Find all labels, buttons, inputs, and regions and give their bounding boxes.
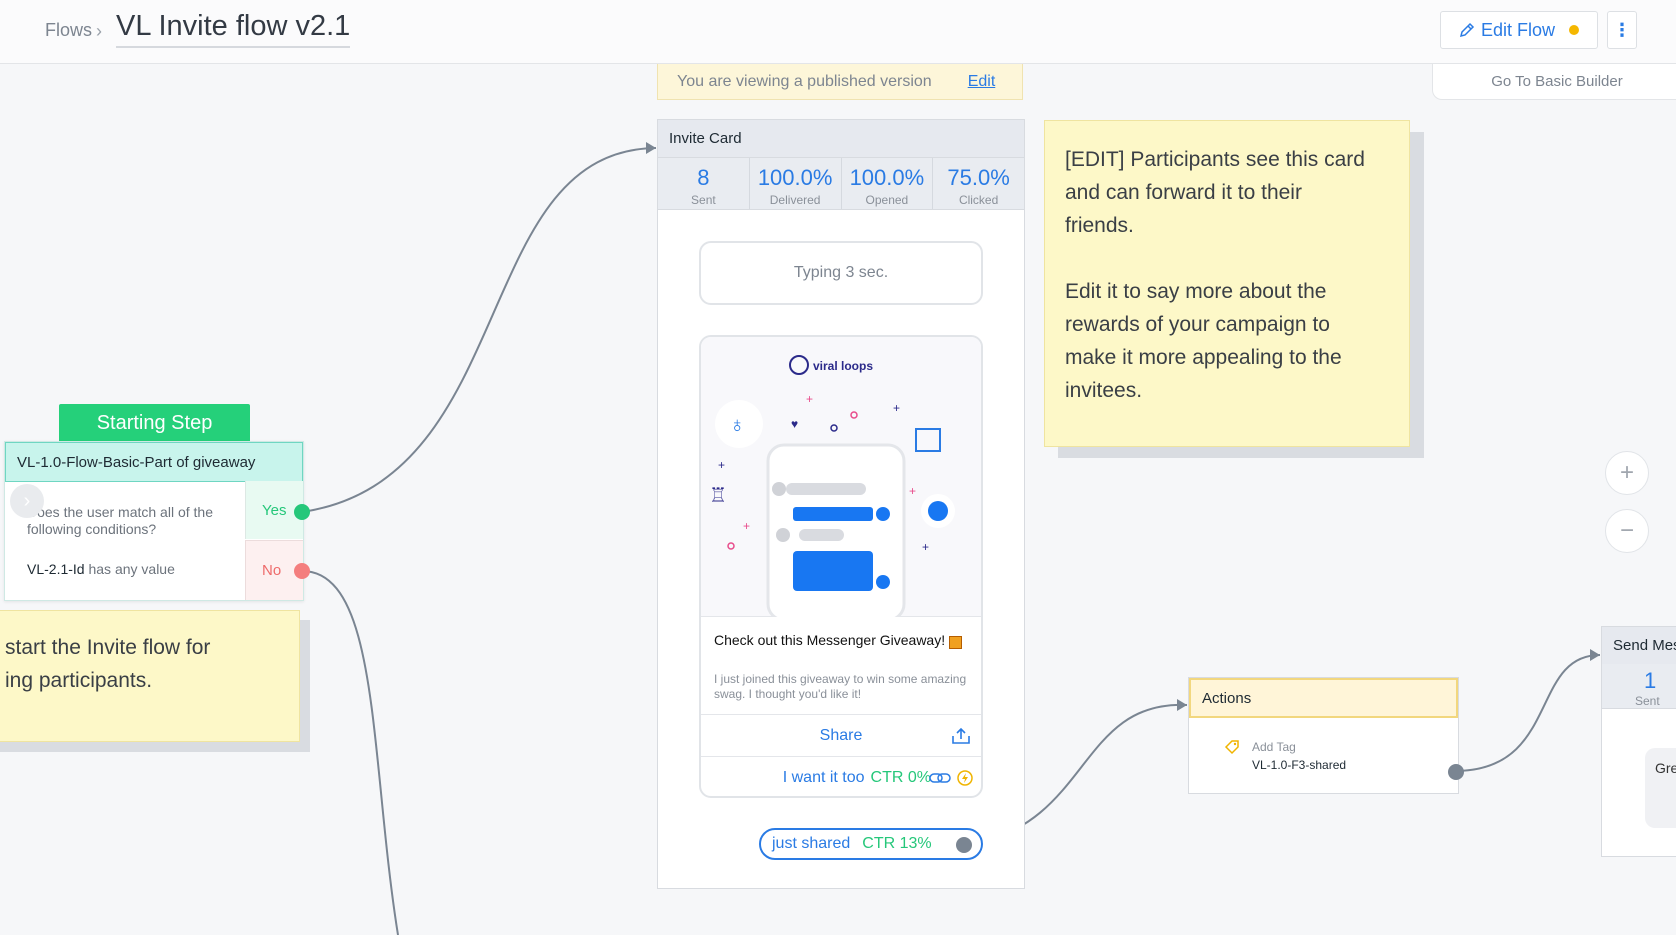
- svg-text:+: +: [718, 458, 725, 472]
- shared-port[interactable]: [956, 837, 972, 853]
- note-right-line: make it more appealing to the: [1065, 346, 1342, 369]
- published-banner: You are viewing a published version Edit: [657, 64, 1023, 100]
- zoom-out-button[interactable]: −: [1605, 509, 1649, 553]
- note-left[interactable]: start the Invite flow for ing participan…: [0, 610, 300, 742]
- note-right-line: invitees.: [1065, 379, 1143, 402]
- message-card[interactable]: viral loops ♁ ♥ + + + + + + ♖ Check out …: [699, 335, 983, 798]
- note-right-line: rewards of your campaign to: [1065, 313, 1330, 336]
- just-shared-button[interactable]: just shared CTR 13%: [759, 828, 983, 860]
- note-right-line: Edit it to say more about the: [1065, 280, 1327, 303]
- tag-value: VL-1.0-F3-shared: [1252, 758, 1347, 772]
- pen-icon: [1459, 22, 1475, 38]
- illustration-svg: viral loops ♁ ♥ + + + + + + ♖: [709, 355, 955, 622]
- invite-card-stats: 8 Sent 100.0% Delivered 100.0% Opened 75.0%…: [658, 158, 1024, 210]
- stat-value: 8: [697, 165, 710, 190]
- giveaway-illustration: viral loops ♁ ♥ + + + + + + ♖: [701, 337, 981, 622]
- message-description: I just joined this giveaway to win some …: [714, 672, 967, 701]
- status-dot: [1569, 25, 1580, 35]
- stat-clicked: 75.0% Clicked: [933, 158, 1024, 209]
- rule-field: VL-2.1-Id: [27, 561, 85, 577]
- message-title-text: Check out this Messenger Giveaway!: [714, 632, 946, 648]
- share-label: Share: [819, 726, 863, 744]
- note-left-line: start the Invite flow for: [5, 636, 211, 659]
- stat-value: 100.0%: [849, 165, 925, 190]
- tag-icon: [1224, 740, 1239, 755]
- bolt-icon: [957, 770, 973, 786]
- typing-indicator[interactable]: Typing 3 sec.: [699, 241, 983, 305]
- stat-label: Clicked: [958, 193, 999, 207]
- send-message-stats: 1 Sent: [1602, 664, 1676, 709]
- svg-text:+: +: [806, 392, 813, 406]
- stat-delivered: 100.0% Delivered: [750, 158, 842, 209]
- edit-flow-button[interactable]: Edit Flow: [1440, 11, 1598, 49]
- stat-label: Sent: [1635, 694, 1660, 708]
- rule-operator: has any value: [88, 561, 175, 577]
- link-icon: [929, 773, 951, 783]
- note-spacer: [1065, 242, 1389, 275]
- go-basic-builder-button[interactable]: Go To Basic Builder: [1432, 64, 1676, 100]
- no-port[interactable]: [294, 563, 310, 579]
- edit-flow-label: Edit Flow: [1480, 19, 1556, 40]
- want-it-button[interactable]: I want it too CTR 0%: [701, 756, 981, 796]
- shared-ctr: CTR 13%: [862, 835, 932, 852]
- banner-text: You are viewing a published version: [677, 72, 932, 90]
- note-right-line: [EDIT] Participants see this card: [1065, 148, 1365, 171]
- share-upload-icon: [952, 727, 970, 744]
- message-bubble[interactable]: Gre: [1645, 748, 1676, 828]
- brand-logo-text: viral loops: [813, 359, 873, 373]
- stat-opened: 100.0% Opened: [842, 158, 934, 209]
- arrow-actions: [1177, 699, 1187, 711]
- share-button[interactable]: Share: [701, 714, 981, 756]
- stat-value: 1: [1644, 668, 1657, 693]
- zoom-in-button[interactable]: +: [1605, 451, 1649, 495]
- page-title[interactable]: VL Invite flow v2.1: [116, 10, 351, 48]
- svg-text:♖: ♖: [709, 485, 727, 507]
- yes-port[interactable]: [294, 504, 310, 520]
- invite-card-title: Invite Card: [658, 120, 1024, 158]
- svg-text:+: +: [922, 540, 929, 554]
- actions-title: Actions: [1189, 678, 1458, 718]
- shared-label: just shared: [772, 835, 851, 852]
- want-label: I want it too: [782, 768, 865, 786]
- stat-sent: 8 Sent: [658, 158, 750, 209]
- chevron-right-icon: ›: [96, 21, 102, 41]
- want-ctr: CTR 0%: [870, 768, 931, 786]
- starting-step-label: Starting Step: [59, 404, 250, 443]
- stat-value: 100.0%: [757, 165, 833, 190]
- more-vertical-icon[interactable]: ⋮: [1607, 11, 1637, 49]
- send-message-node[interactable]: Send Mes 1 Sent Gre: [1601, 626, 1676, 857]
- condition-question: Does the user match all of the following…: [27, 504, 213, 537]
- stat-label: Opened: [865, 193, 909, 207]
- note-right[interactable]: [EDIT] Participants see this card and ca…: [1044, 120, 1410, 447]
- message-title: Check out this Messenger Giveaway!: [714, 631, 969, 649]
- tag-label: Add Tag: [1252, 740, 1296, 754]
- note-right-line: friends.: [1065, 214, 1134, 237]
- connector-actions-to-send: [1455, 654, 1601, 772]
- note-right-line: and can forward it to their: [1065, 181, 1302, 204]
- arrow-send: [1590, 649, 1600, 661]
- send-message-title: Send Mes: [1602, 627, 1676, 664]
- svg-text:+: +: [893, 401, 900, 415]
- arrow-invite: [646, 142, 656, 154]
- gift-emoji-icon: [949, 635, 962, 649]
- connector-yes-to-invite: [301, 147, 657, 513]
- banner-edit-link[interactable]: Edit: [968, 73, 996, 91]
- condition-node-title: VL-1.0-Flow-Basic-Part of giveaway: [5, 442, 303, 482]
- stat-value: 75.0%: [947, 165, 1010, 190]
- actions-port[interactable]: [1448, 764, 1464, 780]
- actions-node[interactable]: Actions Add Tag VL-1.0-F3-shared: [1188, 677, 1464, 794]
- svg-text:♥: ♥: [791, 417, 798, 431]
- invite-card-node[interactable]: Invite Card 8 Sent 100.0% Delivered 100.0%…: [657, 119, 1025, 889]
- svg-text:+: +: [909, 484, 916, 498]
- svg-text:♁: ♁: [729, 412, 746, 437]
- note-left-line: ing participants.: [5, 669, 153, 692]
- collapse-chevron-icon[interactable]: ›: [10, 484, 44, 518]
- stat-label: Delivered: [769, 193, 821, 207]
- breadcrumb-flows[interactable]: Flows: [45, 20, 92, 41]
- connector-no-down: [301, 570, 399, 935]
- condition-rule: VL-2.1-Id has any value: [27, 561, 175, 577]
- stat-label: Sent: [691, 193, 716, 207]
- svg-text:+: +: [743, 519, 750, 533]
